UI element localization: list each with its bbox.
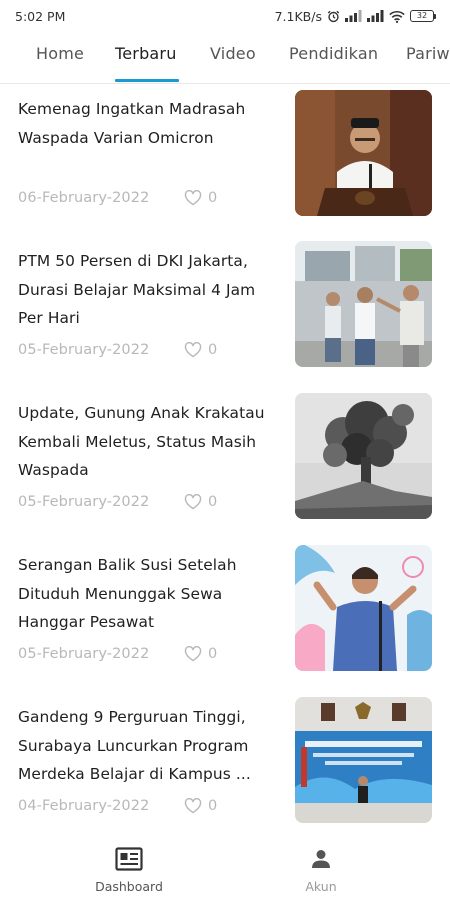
article-thumbnail[interactable] bbox=[295, 90, 432, 216]
signal-icon bbox=[345, 10, 362, 22]
article-meta: 06-February-2022 0 bbox=[18, 190, 217, 206]
article-title[interactable]: Serangan Balik Susi Setelah Dituduh Menu… bbox=[18, 551, 283, 637]
person-icon bbox=[266, 845, 376, 873]
article-date: 04-February-2022 bbox=[18, 798, 150, 814]
article-title[interactable]: Kemenag Ingatkan Madrasah Waspada Varian… bbox=[18, 95, 283, 152]
status-bar: 5:02 PM 7.1KB/s 32 bbox=[0, 0, 450, 32]
article-card[interactable]: Gandeng 9 Perguruan Tinggi, Surabaya Lun… bbox=[0, 693, 450, 835]
article-title[interactable]: Gandeng 9 Perguruan Tinggi, Surabaya Lun… bbox=[18, 703, 283, 789]
like-count: 0 bbox=[208, 646, 218, 662]
article-meta: 04-February-2022 0 bbox=[18, 798, 217, 814]
bottom-navigation: Dashboard Akun bbox=[0, 835, 450, 900]
network-speed: 7.1KB/s bbox=[274, 8, 322, 24]
battery-icon: 32 bbox=[410, 10, 436, 22]
article-card[interactable]: Kemenag Ingatkan Madrasah Waspada Varian… bbox=[0, 85, 450, 237]
alarm-icon bbox=[327, 10, 340, 23]
nav-label: Akun bbox=[305, 879, 337, 894]
heart-outline-icon[interactable] bbox=[184, 798, 202, 814]
battery-level: 32 bbox=[410, 10, 434, 22]
heart-outline-icon[interactable] bbox=[184, 494, 202, 510]
article-meta: 05-February-2022 0 bbox=[18, 342, 217, 358]
article-card[interactable]: Update, Gunung Anak Krakatau Kembali Mel… bbox=[0, 389, 450, 541]
like-count: 0 bbox=[208, 494, 218, 510]
article-meta: 05-February-2022 0 bbox=[18, 646, 217, 662]
article-date: 05-February-2022 bbox=[18, 342, 150, 358]
nav-label: Dashboard bbox=[95, 879, 163, 894]
article-date: 05-February-2022 bbox=[18, 646, 150, 662]
article-thumbnail[interactable] bbox=[295, 241, 432, 367]
category-tabs: Home Terbaru Video Pendidikan Pariw bbox=[0, 34, 450, 84]
like-count: 0 bbox=[208, 798, 218, 814]
article-title[interactable]: PTM 50 Persen di DKI Jakarta, Durasi Bel… bbox=[18, 247, 283, 333]
nav-akun[interactable]: Akun bbox=[266, 845, 376, 894]
article-list[interactable]: Kemenag Ingatkan Madrasah Waspada Varian… bbox=[0, 85, 450, 835]
signal-icon bbox=[367, 10, 384, 22]
newspaper-icon bbox=[74, 845, 184, 873]
wifi-icon bbox=[389, 10, 405, 23]
tab-video[interactable]: Video bbox=[210, 44, 256, 63]
active-tab-indicator bbox=[115, 79, 179, 82]
article-thumbnail[interactable] bbox=[295, 697, 432, 823]
article-thumbnail[interactable] bbox=[295, 393, 432, 519]
like-count: 0 bbox=[208, 342, 218, 358]
like-count: 0 bbox=[208, 190, 218, 206]
heart-outline-icon[interactable] bbox=[184, 190, 202, 206]
article-card[interactable]: Serangan Balik Susi Setelah Dituduh Menu… bbox=[0, 541, 450, 693]
tab-pendidikan[interactable]: Pendidikan bbox=[289, 44, 378, 63]
heart-outline-icon[interactable] bbox=[184, 646, 202, 662]
article-meta: 05-February-2022 0 bbox=[18, 494, 217, 510]
article-date: 06-February-2022 bbox=[18, 190, 150, 206]
article-thumbnail[interactable] bbox=[295, 545, 432, 671]
tab-home[interactable]: Home bbox=[36, 44, 84, 63]
battery-tip bbox=[434, 13, 436, 19]
nav-dashboard[interactable]: Dashboard bbox=[74, 845, 184, 894]
status-icons: 7.1KB/s 32 bbox=[275, 9, 436, 24]
article-card[interactable]: PTM 50 Persen di DKI Jakarta, Durasi Bel… bbox=[0, 237, 450, 389]
heart-outline-icon[interactable] bbox=[184, 342, 202, 358]
tab-terbaru[interactable]: Terbaru bbox=[115, 44, 177, 63]
tab-pariwisata[interactable]: Pariw bbox=[406, 44, 450, 63]
article-date: 05-February-2022 bbox=[18, 494, 150, 510]
status-time: 5:02 PM bbox=[15, 8, 66, 24]
article-title[interactable]: Update, Gunung Anak Krakatau Kembali Mel… bbox=[18, 399, 283, 485]
